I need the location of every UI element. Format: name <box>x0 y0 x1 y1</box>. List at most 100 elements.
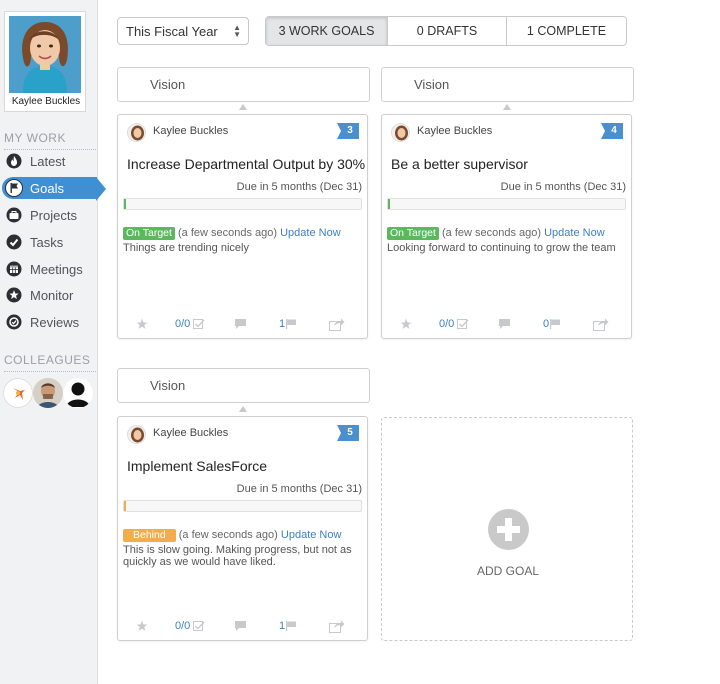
progress-fill <box>124 199 126 209</box>
due-date: Due in 5 months (Dec 31) <box>500 181 626 193</box>
sidebar-item-label: Meetings <box>30 261 83 277</box>
connector-arrow <box>239 406 247 412</box>
sidebar-item-label: Reviews <box>30 314 80 330</box>
comment-icon[interactable] <box>234 617 247 635</box>
goal-title[interactable]: Implement SalesForce <box>127 458 267 474</box>
up-down-arrow-icon: ▲ ▼ <box>233 23 241 39</box>
share-icon[interactable] <box>593 315 609 333</box>
profile-card[interactable]: Kaylee Buckles <box>4 11 86 112</box>
status-line: On Target (a few seconds ago) Update Now <box>387 227 605 240</box>
progress-fill <box>124 501 126 511</box>
star-icon <box>5 286 23 304</box>
status-note: This is slow going. Making progress, but… <box>123 544 352 568</box>
check-ins-count[interactable]: 0 <box>543 315 561 333</box>
profile-name: Kaylee Buckles <box>11 96 81 107</box>
sidebar-item-meetings[interactable]: Meetings <box>0 257 98 281</box>
checkbox-icon <box>193 319 205 329</box>
tasks-count[interactable]: 0/0 <box>175 617 205 635</box>
owner-avatar <box>127 123 146 142</box>
flame-icon <box>5 152 23 170</box>
flag-icon <box>286 319 297 329</box>
colleague-avatar[interactable] <box>63 378 93 408</box>
section-label-my-work: MY WORK <box>4 131 66 145</box>
tasks-count-value: 0/0 <box>439 318 455 330</box>
calendar-icon <box>5 260 23 278</box>
tasks-count-value: 0/0 <box>175 318 191 330</box>
connector-arrow <box>503 104 511 110</box>
review-icon <box>5 313 23 331</box>
goal-level-badge[interactable]: 4 <box>601 123 623 139</box>
goal-level-badge[interactable]: 5 <box>337 425 359 441</box>
period-select[interactable]: This Fiscal Year ▲ ▼ <box>117 17 249 45</box>
tasks-count[interactable]: 0/0 <box>175 315 205 333</box>
owner-avatar <box>391 123 410 142</box>
tasks-count[interactable]: 0/0 <box>439 315 469 333</box>
goal-card[interactable]: Kaylee Buckles 5 Implement SalesForce Du… <box>117 416 368 641</box>
due-date: Due in 5 months (Dec 31) <box>236 181 362 193</box>
share-icon[interactable] <box>329 617 345 635</box>
section-divider <box>4 371 96 372</box>
star-icon[interactable] <box>136 315 148 333</box>
check-circle-icon <box>5 233 23 251</box>
sidebar-item-label: Goals <box>30 180 64 196</box>
owner-avatar <box>127 425 146 444</box>
avatar[interactable] <box>9 16 81 93</box>
check-ins-count[interactable]: 1 <box>279 315 297 333</box>
update-now-link[interactable]: Update Now <box>544 227 605 239</box>
add-goal-label: ADD GOAL <box>476 564 539 578</box>
sidebar-item-projects[interactable]: Projects <box>0 203 98 227</box>
plus-icon <box>488 509 529 550</box>
goal-card[interactable]: Kaylee Buckles 3 Increase Departmental O… <box>117 114 368 339</box>
vision-box[interactable]: Vision <box>117 368 370 403</box>
goal-title[interactable]: Be a better supervisor <box>391 156 528 172</box>
comment-icon[interactable] <box>498 315 511 333</box>
star-icon[interactable] <box>400 315 412 333</box>
star-icon[interactable] <box>136 617 148 635</box>
briefcase-icon <box>5 206 23 224</box>
colleague-avatar[interactable] <box>3 378 33 408</box>
sidebar: Kaylee Buckles MY WORK Latest Goals Proj… <box>0 0 106 684</box>
sidebar-item-latest[interactable]: Latest <box>0 149 98 173</box>
status-badge: Behind <box>123 529 176 542</box>
badge-number: 4 <box>611 125 617 136</box>
tab-drafts[interactable]: 0 DRAFTS <box>387 17 506 45</box>
progress-fill <box>388 199 390 209</box>
add-goal-button[interactable]: ADD GOAL <box>381 417 633 641</box>
sidebar-item-tasks[interactable]: Tasks <box>0 230 98 254</box>
update-now-link[interactable]: Update Now <box>280 227 341 239</box>
owner-name: Kaylee Buckles <box>417 125 493 137</box>
card-footer: 0/0 1 <box>118 617 369 635</box>
vision-box[interactable]: Vision <box>381 67 634 102</box>
update-now-link[interactable]: Update Now <box>281 529 342 541</box>
goal-card[interactable]: Kaylee Buckles 4 Be a better supervisor … <box>381 114 632 339</box>
colleague-avatar[interactable] <box>33 378 63 408</box>
goal-title[interactable]: Increase Departmental Output by 30% <box>127 156 365 172</box>
status-time: (a few seconds ago) <box>178 529 278 541</box>
sidebar-item-label: Latest <box>30 153 66 169</box>
sidebar-item-goals[interactable]: Goals <box>0 176 106 201</box>
sidebar-item-monitor[interactable]: Monitor <box>0 283 98 307</box>
owner-name: Kaylee Buckles <box>153 427 229 439</box>
progress-bar <box>387 198 626 210</box>
progress-bar <box>123 500 362 512</box>
period-select-value: This Fiscal Year <box>126 23 218 39</box>
vision-box[interactable]: Vision <box>117 67 370 102</box>
sidebar-item-reviews[interactable]: Reviews <box>0 310 98 334</box>
connector-arrow <box>239 104 247 110</box>
tab-complete[interactable]: 1 COMPLETE <box>506 17 626 45</box>
status-line: On Target (a few seconds ago) Update Now <box>123 227 341 240</box>
section-label-colleagues: COLLEAGUES <box>4 353 91 367</box>
due-date: Due in 5 months (Dec 31) <box>236 483 362 495</box>
sidebar-item-label: Projects <box>30 207 77 223</box>
share-icon[interactable] <box>329 315 345 333</box>
flag-icon <box>5 179 23 197</box>
comment-icon[interactable] <box>234 315 247 333</box>
tab-work-goals[interactable]: 3 WORK GOALS <box>266 17 387 45</box>
goal-level-badge[interactable]: 3 <box>337 123 359 139</box>
checkbox-icon <box>193 621 205 631</box>
status-badge: On Target <box>387 227 439 240</box>
status-note: Looking forward to continuing to grow th… <box>387 242 616 254</box>
badge-number: 3 <box>347 125 353 136</box>
check-ins-count[interactable]: 1 <box>279 617 297 635</box>
status-time: (a few seconds ago) <box>177 227 278 239</box>
